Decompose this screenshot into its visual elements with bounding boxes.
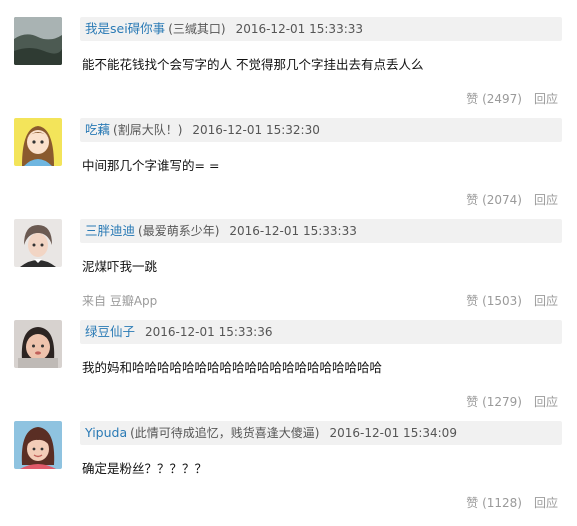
- comment-item: Yipuda (此情可待成追忆，贱货喜逢大傻逼) 2016-12-01 15:34:…: [0, 404, 577, 510]
- comment-item: 吃藕 (割屌大队！) 2016-12-01 15:32:30 中间那几个字谁写的= …: [0, 101, 577, 207]
- comment-item: 绿豆仙子 2016-12-01 15:33:36 我的妈和哈哈哈哈哈哈哈哈哈哈哈哈…: [0, 303, 577, 409]
- avatar[interactable]: [14, 421, 62, 469]
- comment-text: 我的妈和哈哈哈哈哈哈哈哈哈哈哈哈哈哈哈哈哈哈哈哈: [82, 360, 383, 375]
- comment-text: 能不能花钱找个会写字的人 不觉得那几个字挂出去有点丢人么: [82, 57, 424, 72]
- comment-header: 吃藕 (割屌大队！) 2016-12-01 15:32:30: [80, 118, 562, 142]
- avatar-landscape-icon: [14, 17, 62, 65]
- comment-time: 2016-12-01 15:33:33: [235, 22, 364, 36]
- user-signature: (最爱萌系少年): [138, 224, 220, 238]
- comment-time: 2016-12-01 15:32:30: [192, 123, 320, 137]
- avatar-girl-icon: [14, 320, 62, 368]
- comment-time: 2016-12-01 15:34:09: [329, 426, 457, 440]
- comment-list: 我是sei碍你事 (三缄其口) 2016-12-01 15:33:33 能不能花钱找…: [0, 0, 577, 526]
- avatar-boy-icon: [14, 219, 62, 267]
- like-count: (1128): [482, 496, 522, 510]
- comment-text: 中间那几个字谁写的= =: [82, 158, 220, 173]
- avatar[interactable]: [14, 17, 62, 65]
- comment-text: 确定是粉丝？？？？？: [82, 461, 208, 476]
- comment-text: 泥煤吓我一跳: [82, 259, 158, 274]
- comment-time: 2016-12-01 15:33:33: [229, 224, 357, 238]
- comment-item: 三胖迪迪 (最爱萌系少年) 2016-12-01 15:33:33 泥煤吓我一跳 来…: [0, 202, 577, 308]
- comment-item: 我是sei碍你事 (三缄其口) 2016-12-01 15:33:33 能不能花钱找…: [0, 0, 577, 106]
- comment-header: 绿豆仙子 2016-12-01 15:33:36: [80, 320, 562, 344]
- username-link[interactable]: Yipuda: [85, 425, 127, 440]
- comment-header: Yipuda (此情可待成追忆，贱货喜逢大傻逼) 2016-12-01 15:34:…: [80, 421, 562, 445]
- comment-header: 三胖迪迪 (最爱萌系少年) 2016-12-01 15:33:33: [80, 219, 562, 243]
- reply-button[interactable]: 回应: [534, 496, 558, 510]
- comment-actions: 赞 (1128) 回应: [466, 495, 558, 511]
- like-button[interactable]: 赞 (1128): [466, 496, 522, 510]
- avatar[interactable]: [14, 219, 62, 267]
- comment-header: 我是sei碍你事 (三缄其口) 2016-12-01 15:33:33: [80, 17, 562, 41]
- username-link[interactable]: 绿豆仙子: [85, 324, 135, 339]
- username-link[interactable]: 吃藕: [85, 122, 110, 137]
- user-signature: (此情可待成追忆，贱货喜逢大傻逼): [130, 426, 320, 440]
- avatar-cartoon-girl-icon: [14, 118, 62, 166]
- user-signature: (割屌大队！): [113, 123, 183, 137]
- avatar[interactable]: [14, 118, 62, 166]
- username-link[interactable]: 三胖迪迪: [85, 223, 135, 238]
- comment-time: 2016-12-01 15:33:36: [145, 325, 273, 339]
- avatar[interactable]: [14, 320, 62, 368]
- user-signature: (三缄其口): [168, 22, 226, 36]
- avatar-girl-bangs-icon: [14, 421, 62, 469]
- username-link[interactable]: 我是sei碍你事: [85, 21, 165, 36]
